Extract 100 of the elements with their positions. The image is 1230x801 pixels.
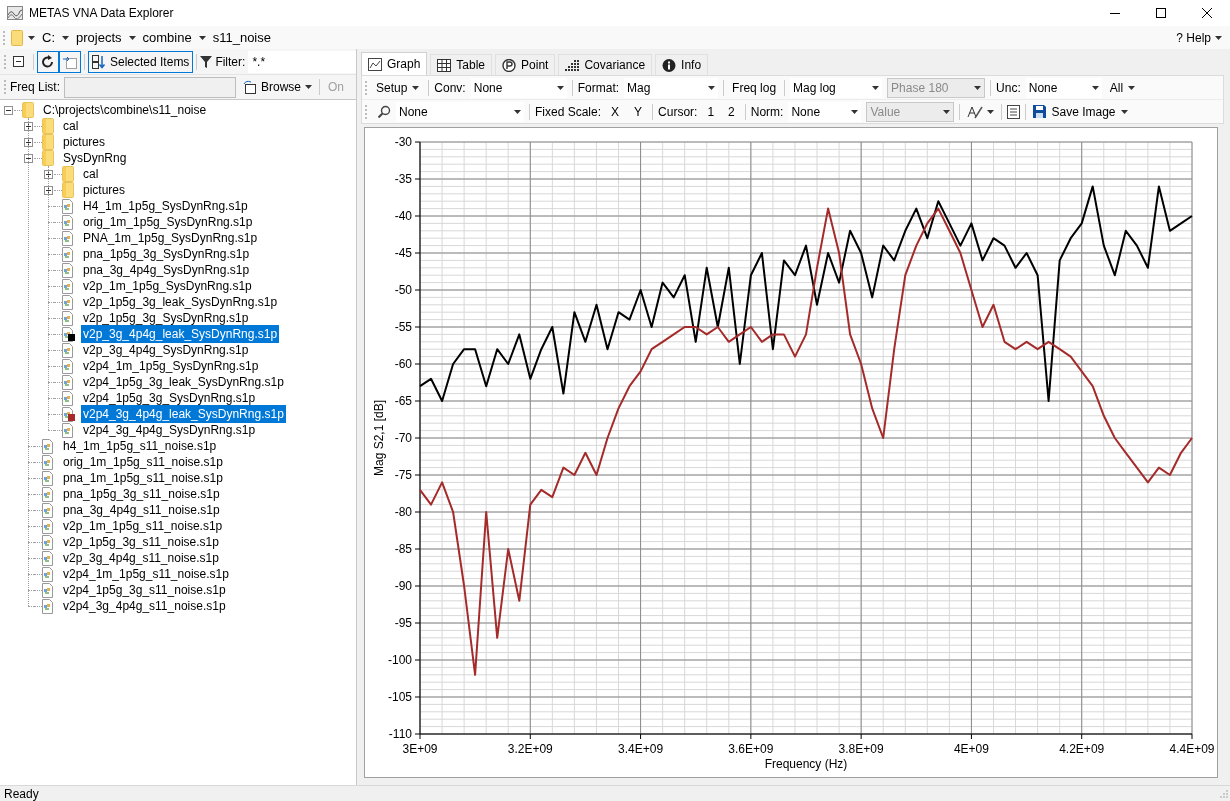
tree-item[interactable]: v2p4_1p5g_3g_leak_SysDynRng.s1p — [81, 373, 286, 391]
tree-item[interactable]: v2p4_1p5g_3g_s11_noise.s1p — [61, 581, 228, 599]
expand-icon[interactable] — [23, 121, 33, 131]
folder-icon — [22, 102, 34, 118]
tree-item[interactable]: v2p_3g_4p4g_s11_noise.s1p — [61, 549, 221, 567]
axis-tick-label: 3.8E+09 — [838, 742, 884, 756]
breadcrumb-item[interactable]: C: — [40, 27, 57, 48]
filter-icon — [200, 55, 213, 68]
filter-label: Filter: — [215, 53, 246, 71]
tree-item[interactable]: v2p4_1p5g_3g_SysDynRng.s1p — [81, 389, 258, 407]
tree-item[interactable]: pictures — [81, 181, 128, 199]
tree-item[interactable]: v2p4_1m_1p5g_s11_noise.s1p — [61, 565, 231, 583]
axis-tick-label: -50 — [394, 283, 412, 297]
collapse-icon[interactable] — [3, 105, 13, 115]
tree-item[interactable]: v2p_1m_1p5g_SysDynRng.s1p — [81, 277, 254, 295]
breadcrumb-item[interactable]: combine — [140, 27, 194, 48]
window-title: METAS VNA Data Explorer — [29, 5, 174, 22]
axis-title: Mag S2,1 [dB] — [372, 400, 386, 476]
export-button[interactable] — [59, 50, 81, 73]
caret-icon — [28, 35, 35, 40]
folder-icon — [42, 134, 54, 150]
setup-menu[interactable]: Setup — [372, 77, 424, 98]
tree-item[interactable]: v2p_1p5g_3g_s11_noise.s1p — [61, 533, 221, 551]
tree-item[interactable]: SysDynRng — [61, 149, 129, 167]
tree-item[interactable]: pna_1p5g_3g_SysDynRng.s1p — [81, 245, 252, 263]
tree-item[interactable]: cal — [61, 117, 81, 135]
close-icon — [1202, 8, 1212, 18]
folder-icon — [42, 118, 54, 134]
list-icon[interactable] — [1007, 104, 1021, 119]
tree-item[interactable]: cal — [81, 165, 101, 183]
freq-list-label: Freq List: — [10, 79, 60, 96]
axis-tick-label: 3.4E+09 — [618, 742, 664, 756]
tree-item[interactable]: pna_3g_4p4g_s11_noise.s1p — [61, 501, 222, 519]
refresh-button[interactable] — [37, 50, 59, 73]
tree-item[interactable]: PNA_1m_1p5g_SysDynRng.s1p — [81, 229, 260, 247]
tab[interactable]: Covariance — [558, 54, 653, 75]
tree-item[interactable]: orig_1m_1p5g_SysDynRng.s1p — [81, 213, 255, 231]
tree-item[interactable]: v2p_3g_4p4g_leak_SysDynRng.s1p — [81, 325, 280, 343]
export-icon — [63, 54, 77, 69]
filter-field[interactable]: *.* — [248, 50, 356, 73]
collapse-icon[interactable] — [23, 153, 33, 163]
expand-icon[interactable] — [43, 185, 53, 195]
tree-item[interactable]: h4_1m_1p5g_s11_noise.s1p — [61, 437, 219, 455]
fixed-y-button[interactable]: Y — [629, 101, 648, 122]
expand-icon[interactable] — [43, 169, 53, 179]
tree-item[interactable]: v2p_1p5g_3g_leak_SysDynRng.s1p — [81, 293, 280, 311]
tree-item[interactable]: pna_1p5g_3g_s11_noise.s1p — [61, 485, 222, 503]
mag-scale-dropdown[interactable]: Mag log — [790, 77, 883, 98]
norm-label: Norm: — [750, 103, 784, 121]
breadcrumb-item[interactable]: projects — [74, 27, 124, 48]
search-dropdown[interactable]: None — [396, 101, 524, 122]
chart-icon — [368, 57, 382, 71]
folder-icon — [62, 166, 74, 182]
tree-item[interactable]: v2p4_3g_4p4g_s11_noise.s1p — [61, 597, 228, 615]
cursor-button[interactable]: 2 — [723, 101, 740, 122]
all-menu[interactable]: All — [1106, 77, 1139, 98]
tree-item[interactable]: H4_1m_1p5g_SysDynRng.s1p — [81, 197, 250, 215]
tree-item[interactable]: v2p4_3g_4p4g_SysDynRng.s1p — [81, 421, 258, 439]
text-style-icon — [967, 104, 984, 119]
point-icon — [502, 58, 517, 72]
collapse-all-icon[interactable] — [13, 56, 24, 67]
freq-log-button[interactable]: Freq log — [729, 77, 780, 98]
tree-item[interactable]: orig_1m_1p5g_s11_noise.s1p — [61, 453, 225, 471]
caret-icon — [305, 85, 313, 89]
axis-tick-label: -70 — [394, 431, 412, 445]
table-icon — [437, 58, 452, 72]
breadcrumb-item[interactable]: s11_noise — [210, 27, 273, 48]
cursor-button[interactable]: 1 — [702, 101, 720, 122]
axis-tick-label: 4.4E+09 — [1169, 742, 1215, 756]
resize-grip-icon[interactable] — [1220, 789, 1228, 798]
tab[interactable]: Info — [655, 54, 709, 75]
axis-tick-label: -80 — [394, 505, 412, 519]
format-dropdown[interactable]: Mag — [624, 77, 719, 98]
tree-item[interactable]: pna_1m_1p5g_s11_noise.s1p — [61, 469, 225, 487]
expand-icon[interactable] — [23, 137, 33, 147]
tab[interactable]: Graph — [361, 52, 428, 75]
caret-icon — [708, 85, 716, 90]
help-menu[interactable]: ? Help — [1174, 28, 1224, 47]
unc-dropdown[interactable]: None — [1025, 77, 1102, 98]
save-image-menu[interactable]: Save Image — [1031, 101, 1130, 122]
tree-item[interactable]: pictures — [61, 133, 108, 151]
tree-item[interactable]: v2p_1m_1p5g_s11_noise.s1p — [61, 517, 225, 535]
tab[interactable]: Table — [430, 54, 493, 75]
axis-tick-label: -90 — [394, 579, 412, 593]
tree-item[interactable]: v2p_3g_4p4g_SysDynRng.s1p — [81, 341, 251, 359]
caret-icon — [1120, 109, 1128, 114]
sort-button[interactable]: Selected Items — [88, 50, 194, 73]
refresh-icon — [41, 54, 55, 69]
info-icon — [662, 58, 677, 72]
tree-item[interactable]: pna_3g_4p4g_SysDynRng.s1p — [81, 261, 252, 279]
conv-dropdown[interactable]: None — [470, 77, 567, 98]
tree-item[interactable]: v2p4_1m_1p5g_SysDynRng.s1p — [81, 357, 261, 375]
norm-dropdown[interactable]: None — [788, 101, 862, 122]
tree-item[interactable]: C:\projects\combine\s11_noise — [41, 101, 209, 119]
caret-icon — [974, 85, 982, 90]
fixed-x-button[interactable]: X — [606, 101, 625, 122]
tree-item[interactable]: v2p_1p5g_3g_SysDynRng.s1p — [81, 309, 251, 327]
tab[interactable]: Point — [495, 54, 556, 75]
caret-icon — [412, 85, 420, 90]
tree-item[interactable]: v2p4_3g_4p4g_leak_SysDynRng.s1p — [81, 405, 286, 423]
